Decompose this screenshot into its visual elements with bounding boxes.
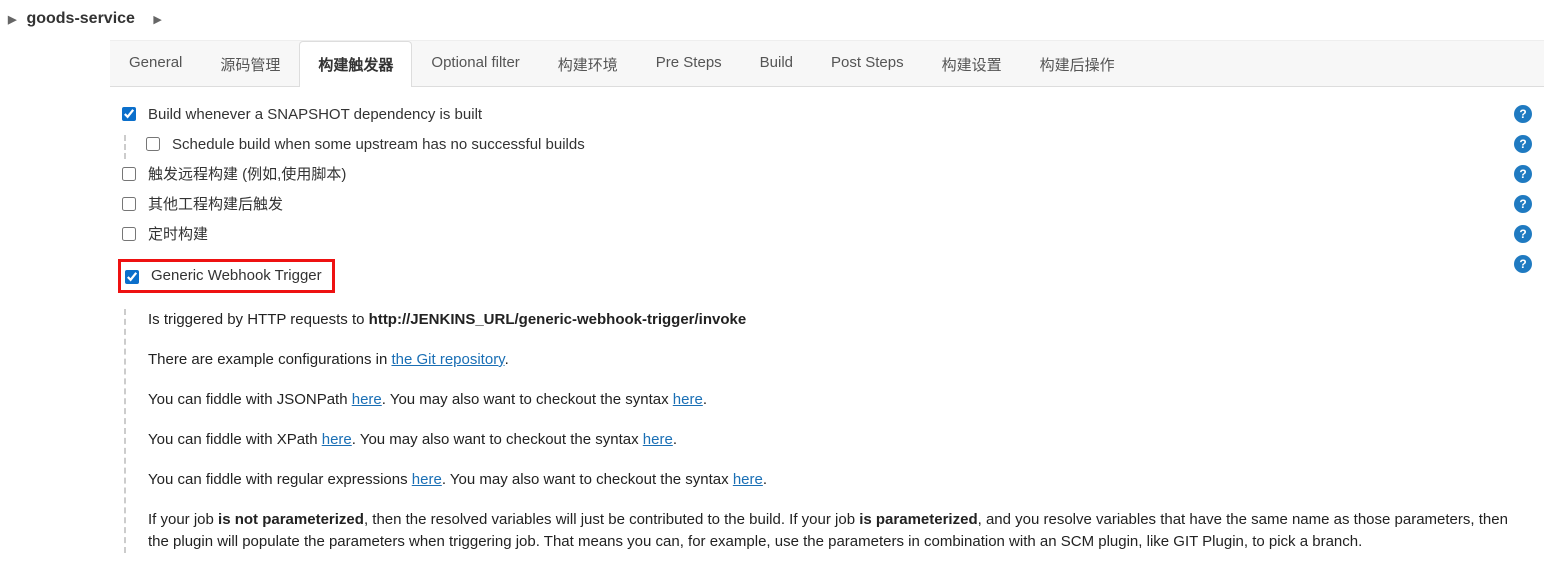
webhook-description: Is triggered by HTTP requests to http://…	[124, 309, 1532, 553]
regex-fiddle-link[interactable]: here	[412, 471, 442, 488]
webhook-parameterized-line: If your job is not parameterized, then t…	[148, 509, 1532, 553]
trigger-remote-row: 触发远程构建 (例如,使用脚本) ?	[122, 165, 1532, 189]
trigger-generic-webhook-label: Generic Webhook Trigger	[151, 266, 322, 286]
jsonpath-syntax-link[interactable]: here	[673, 391, 703, 408]
config-tabs: General 源码管理 构建触发器 Optional filter 构建环境 …	[110, 40, 1544, 87]
tab-build-env[interactable]: 构建环境	[539, 41, 637, 87]
help-icon[interactable]: ?	[1514, 135, 1532, 153]
trigger-periodic-label: 定时构建	[148, 225, 1506, 245]
breadcrumb-item[interactable]: goods-service	[26, 10, 134, 27]
tab-post-steps[interactable]: Post Steps	[812, 41, 923, 87]
breadcrumb: ▶ goods-service ▶	[0, 0, 1554, 40]
triggers-pane: Build whenever a SNAPSHOT dependency is …	[110, 87, 1544, 583]
trigger-after-other-label: 其他工程构建后触发	[148, 195, 1506, 215]
trigger-snapshot-sub-label: Schedule build when some upstream has no…	[172, 135, 1506, 155]
help-icon[interactable]: ?	[1514, 225, 1532, 243]
xpath-fiddle-link[interactable]: here	[322, 431, 352, 448]
help-icon[interactable]: ?	[1514, 255, 1532, 273]
chevron-right-icon: ▶	[153, 14, 161, 26]
webhook-jsonpath-line: You can fiddle with JSONPath here. You m…	[148, 389, 1532, 411]
chevron-right-icon: ▶	[8, 13, 16, 26]
help-icon[interactable]: ?	[1514, 165, 1532, 183]
highlight-annotation: Generic Webhook Trigger	[118, 259, 335, 293]
help-icon[interactable]: ?	[1514, 105, 1532, 123]
webhook-xpath-line: You can fiddle with XPath here. You may …	[148, 429, 1532, 451]
regex-syntax-link[interactable]: here	[733, 471, 763, 488]
trigger-periodic-checkbox[interactable]	[122, 227, 136, 241]
help-icon[interactable]: ?	[1514, 195, 1532, 213]
jsonpath-fiddle-link[interactable]: here	[352, 391, 382, 408]
tab-build-settings[interactable]: 构建设置	[923, 41, 1021, 87]
webhook-examples-line: There are example configurations in the …	[148, 349, 1532, 371]
trigger-after-other-row: 其他工程构建后触发 ?	[122, 195, 1532, 219]
tab-build-triggers[interactable]: 构建触发器	[299, 41, 412, 87]
trigger-snapshot-checkbox[interactable]	[122, 107, 136, 121]
trigger-snapshot-label: Build whenever a SNAPSHOT dependency is …	[148, 105, 1506, 125]
tab-general[interactable]: General	[110, 41, 201, 87]
trigger-generic-webhook-row: Generic Webhook Trigger ?	[122, 255, 1532, 297]
webhook-invoke-url: http://JENKINS_URL/generic-webhook-trigg…	[369, 311, 747, 328]
trigger-periodic-row: 定时构建 ?	[122, 225, 1532, 249]
git-repository-link[interactable]: the Git repository	[391, 351, 504, 368]
tab-build[interactable]: Build	[741, 41, 812, 87]
trigger-snapshot-row: Build whenever a SNAPSHOT dependency is …	[122, 105, 1532, 129]
tab-pre-steps[interactable]: Pre Steps	[637, 41, 741, 87]
webhook-url-line: Is triggered by HTTP requests to http://…	[148, 309, 1532, 331]
trigger-snapshot-sub-row: Schedule build when some upstream has no…	[146, 135, 1532, 159]
trigger-snapshot-sub-checkbox[interactable]	[146, 137, 160, 151]
tab-optional-filter[interactable]: Optional filter	[412, 41, 538, 87]
webhook-regex-line: You can fiddle with regular expressions …	[148, 469, 1532, 491]
xpath-syntax-link[interactable]: here	[643, 431, 673, 448]
tab-post-build[interactable]: 构建后操作	[1021, 41, 1134, 87]
trigger-after-other-checkbox[interactable]	[122, 197, 136, 211]
trigger-remote-checkbox[interactable]	[122, 167, 136, 181]
tab-scm[interactable]: 源码管理	[201, 41, 299, 87]
trigger-generic-webhook-checkbox[interactable]	[125, 270, 139, 284]
trigger-remote-label: 触发远程构建 (例如,使用脚本)	[148, 165, 1506, 185]
